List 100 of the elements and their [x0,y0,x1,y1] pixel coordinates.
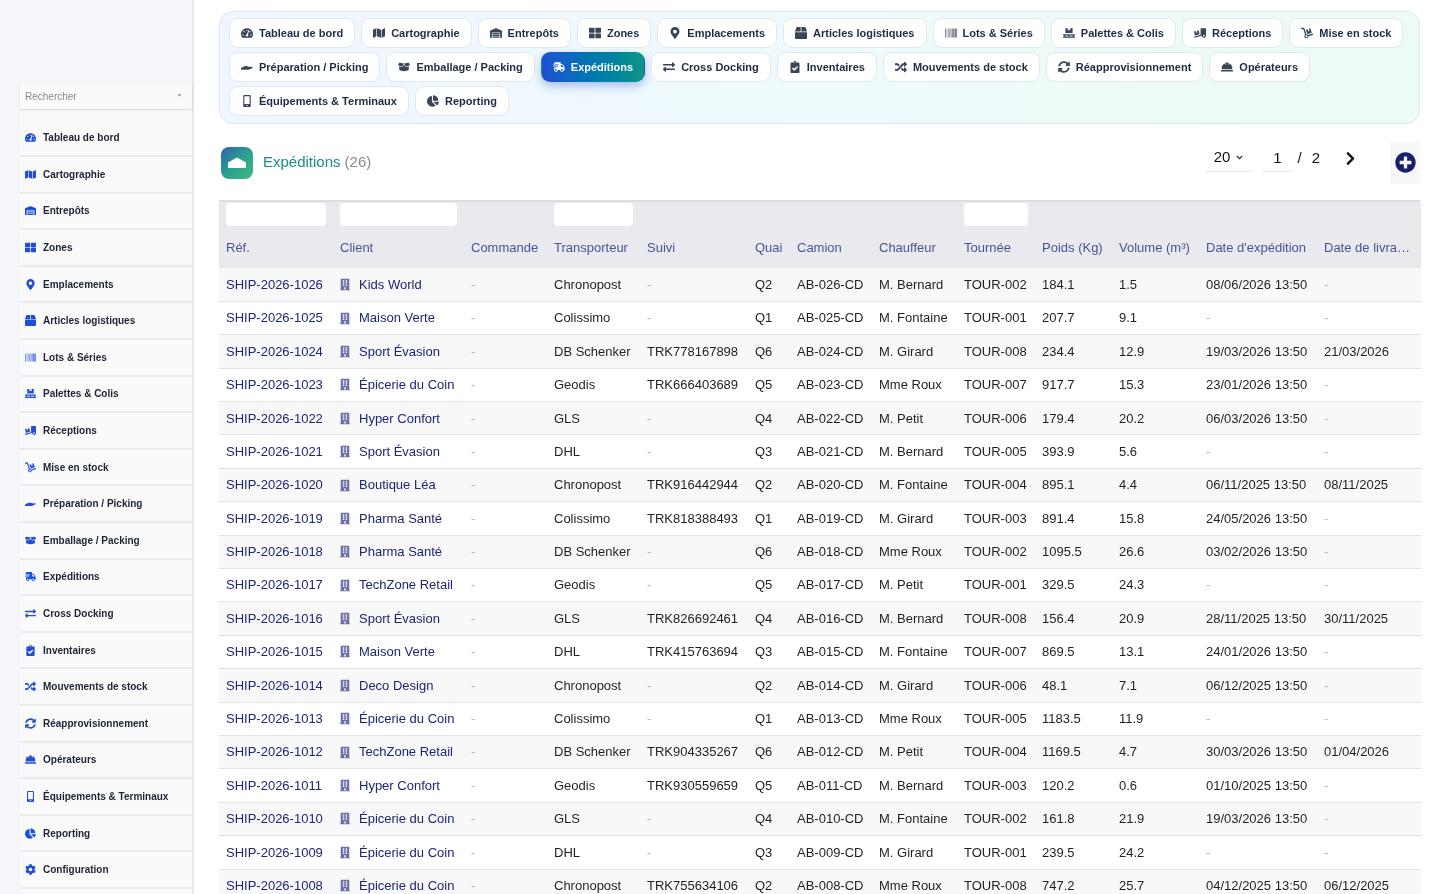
shipment-link[interactable]: SHIP-2026-1008 [219,869,333,894]
client-link[interactable]: Épicerie du Coin [359,875,455,894]
table-cell: M. Fontaine [872,635,957,669]
table-cell: 13.1 [1112,635,1199,669]
shipment-link[interactable]: SHIP-2026-1017 [219,568,333,602]
sidebar-item[interactable]: Mise en stock [20,449,192,487]
nav-tab[interactable]: Réceptions [1181,18,1284,48]
client-link[interactable]: TechZone Retail [359,575,453,595]
shipment-link[interactable]: SHIP-2026-1020 [219,468,333,502]
nav-tab[interactable]: Palettes & Colis [1050,18,1176,48]
nav-tab[interactable]: Emplacements [657,18,777,48]
sidebar-item[interactable]: Articles logistiques [20,303,192,341]
shipment-link[interactable]: SHIP-2026-1013 [219,702,333,736]
sidebar-item[interactable]: Emplacements [20,266,192,304]
nav-tab[interactable]: Lots & Séries [932,18,1045,48]
nav-tab[interactable]: Cross Docking [651,52,771,82]
client-link[interactable]: Épicerie du Coin [359,809,455,829]
sidebar-item[interactable]: Reporting [20,815,192,853]
shipment-link[interactable]: SHIP-2026-1024 [219,334,333,369]
shipment-link[interactable]: SHIP-2026-1018 [219,535,333,569]
filter-field[interactable] [554,203,633,226]
sidebar-item[interactable]: Réceptions [20,413,192,450]
client-link[interactable]: Boutique Léa [359,475,436,495]
filter-field[interactable] [964,203,1028,226]
nav-tab[interactable]: Emballage / Packing [386,52,535,82]
nav-tab[interactable]: Opérateurs [1209,52,1311,82]
shipment-link[interactable]: SHIP-2026-1023 [219,368,333,402]
sidebar-item[interactable]: Tableau de bord [20,120,192,158]
shipment-link[interactable]: SHIP-2026-1021 [219,434,333,469]
page-input[interactable]: 1 [1262,144,1293,172]
filter-field[interactable] [340,203,457,226]
shipment-link[interactable]: SHIP-2026-1009 [219,835,333,870]
page-size-select[interactable]: 20 [1205,144,1253,172]
sidebar-item[interactable]: Équipements & Terminaux [20,779,192,816]
sidebar-item[interactable]: Palettes & Colis [20,376,192,414]
nav-tab[interactable]: Reporting [414,86,509,116]
nav-tab[interactable]: Tableau de bord [229,18,356,48]
table-cell: AB-015-CD [790,635,872,669]
nav-tab[interactable]: Expéditions [540,52,646,82]
sidebar-item[interactable]: Préparation / Picking [20,486,192,524]
truck-icon [552,61,565,73]
sidebar-item[interactable]: Expéditions [20,559,192,597]
nav-tab[interactable]: Articles logistiques [783,18,927,48]
nav-tab[interactable]: Mise en stock [1289,18,1404,48]
shipment-link[interactable]: SHIP-2026-1016 [219,601,333,636]
client-link[interactable]: Maison Verte [359,642,435,662]
add-button[interactable] [1390,141,1420,184]
sidebar-item[interactable]: Emballage / Packing [20,523,192,560]
client-link[interactable]: Deco Design [359,675,434,696]
client-link[interactable]: Épicerie du Coin [359,375,455,395]
table-cell: - [1317,268,1421,302]
shipment-link[interactable]: SHIP-2026-1014 [219,668,333,703]
sidebar-item[interactable]: Cartographie [20,157,192,194]
nav-tab[interactable]: Entrepôts [477,18,571,48]
table-cell: DHL [547,835,640,870]
client-link[interactable]: Épicerie du Coin [359,709,455,729]
nav-tab[interactable]: Réapprovisionnement [1045,52,1204,82]
sidebar-item[interactable]: Mouvements de stock [20,669,192,706]
shipment-link[interactable]: SHIP-2026-1012 [219,735,333,769]
client-link[interactable]: Épicerie du Coin [359,842,455,863]
table-cell: Q2 [748,869,790,894]
sidebar-item[interactable]: Inventaires [20,632,192,670]
nav-tab[interactable]: Équipements & Terminaux [229,86,409,116]
nav-tab[interactable]: Cartographie [361,18,472,48]
search-field[interactable]: Rechercher [20,84,192,109]
sidebar-item[interactable]: Configuration [20,852,192,889]
table-cell: M. Bernard [872,768,957,803]
shipment-link[interactable]: SHIP-2026-1025 [219,301,333,335]
client-link[interactable]: TechZone Retail [359,742,453,762]
client-link[interactable]: Hyper Confort [359,775,440,796]
table-cell: 0.6 [1112,768,1199,803]
client-link[interactable]: Kids World [359,274,422,295]
nav-tab[interactable]: Mouvements de stock [882,52,1040,82]
sidebar-item[interactable]: Réapprovisionnement [20,706,192,743]
shipment-link[interactable]: SHIP-2026-1022 [219,401,333,435]
nav-tab[interactable]: Inventaires [776,52,877,82]
shipment-link[interactable]: SHIP-2026-1011 [219,768,333,803]
client-link[interactable]: Pharma Santé [359,508,443,529]
shipment-link[interactable]: SHIP-2026-1015 [219,635,333,669]
nav-tab[interactable]: Préparation / Picking [229,52,381,82]
client-link[interactable]: Sport Évasion [359,341,440,362]
shipment-link[interactable]: SHIP-2026-1026 [219,268,333,302]
sidebar-item[interactable]: Cross Docking [20,596,192,633]
settings-icon [25,864,36,876]
sidebar-item[interactable]: Zones [20,230,192,267]
building-icon [340,779,350,793]
shipment-link[interactable]: SHIP-2026-1019 [219,501,333,536]
filter-field[interactable] [226,203,326,226]
sidebar-item[interactable]: Entrepôts [20,193,192,231]
nav-tab[interactable]: Zones [576,18,652,48]
client-link[interactable]: Maison Verte [359,308,435,328]
client-link[interactable]: Sport Évasion [359,608,440,629]
sidebar-item[interactable]: Lots & Séries [20,340,192,377]
sidebar-item[interactable]: Opérateurs [20,742,192,780]
shipment-link[interactable]: SHIP-2026-1010 [219,802,333,836]
client-link[interactable]: Hyper Confort [359,408,440,428]
client-link[interactable]: Pharma Santé [359,542,443,562]
table-cell: M. Bernard [872,601,957,636]
client-link[interactable]: Sport Évasion [359,441,440,462]
table-cell: - [1317,702,1421,736]
